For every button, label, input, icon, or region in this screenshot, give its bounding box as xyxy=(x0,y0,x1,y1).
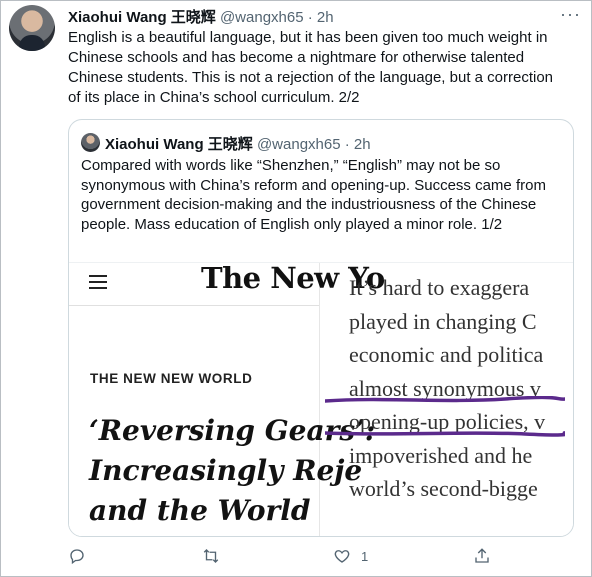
pen-underline xyxy=(325,396,565,403)
article-line: economic and politica xyxy=(349,342,544,367)
reply-button[interactable] xyxy=(68,547,86,565)
quoted-timestamp: 2h xyxy=(353,136,371,153)
retweet-button[interactable] xyxy=(202,547,220,565)
divider xyxy=(69,305,319,306)
quoted-text: Compared with words like “Shenzhen,” “En… xyxy=(81,157,546,233)
quoted-author-name: Xiaohui Wang 王晓辉 xyxy=(105,136,253,153)
share-icon xyxy=(475,548,489,563)
quoted-media-image[interactable]: The New Yo THE NEW NEW WORLD ‘Reversing … xyxy=(69,262,573,536)
author-handle[interactable]: @wangxh65 xyxy=(220,9,304,26)
share-button[interactable] xyxy=(473,547,491,565)
article-line: played in changing C xyxy=(349,308,537,334)
quoted-avatar xyxy=(81,133,100,152)
like-count: 1 xyxy=(361,548,369,564)
action-bar: 1 xyxy=(68,547,568,569)
article-line: impoverished and he xyxy=(349,442,533,468)
avatar[interactable] xyxy=(9,5,55,51)
heart-icon xyxy=(334,550,350,563)
quoted-separator: · xyxy=(344,136,350,153)
section-kicker: THE NEW NEW WORLD xyxy=(90,371,253,386)
quoted-header: Xiaohui Wang 王晓辉 @wangxh65 · 2h xyxy=(105,133,371,154)
author-name[interactable]: Xiaohui Wang 王晓辉 xyxy=(68,9,216,26)
quoted-author-handle: @wangxh65 xyxy=(256,136,341,153)
more-options-icon[interactable]: ··· xyxy=(560,4,581,25)
nyt-screenshot: The New Yo THE NEW NEW WORLD ‘Reversing … xyxy=(69,263,385,536)
tweet-text: English is a beautiful language, but it … xyxy=(68,29,554,106)
article-line: world’s second-bigge xyxy=(349,476,538,501)
article-body: It’s hard to exaggera played in changing… xyxy=(349,271,545,506)
article-excerpt: It’s hard to exaggera played in changing… xyxy=(325,263,573,536)
timestamp[interactable]: 2h xyxy=(317,9,334,26)
tweet-header: Xiaohui Wang 王晓辉 @wangxh65 · 2h xyxy=(68,6,334,27)
reply-icon xyxy=(70,549,84,565)
retweet-icon xyxy=(203,549,219,563)
pen-underline xyxy=(325,431,565,437)
separator: · xyxy=(307,9,313,26)
like-button[interactable]: 1 xyxy=(333,547,368,565)
article-line: It’s hard to exaggera xyxy=(349,275,530,300)
quoted-tweet[interactable]: Xiaohui Wang 王晓辉 @wangxh65 · 2h Compared… xyxy=(68,119,574,537)
hamburger-menu-icon xyxy=(89,275,107,293)
